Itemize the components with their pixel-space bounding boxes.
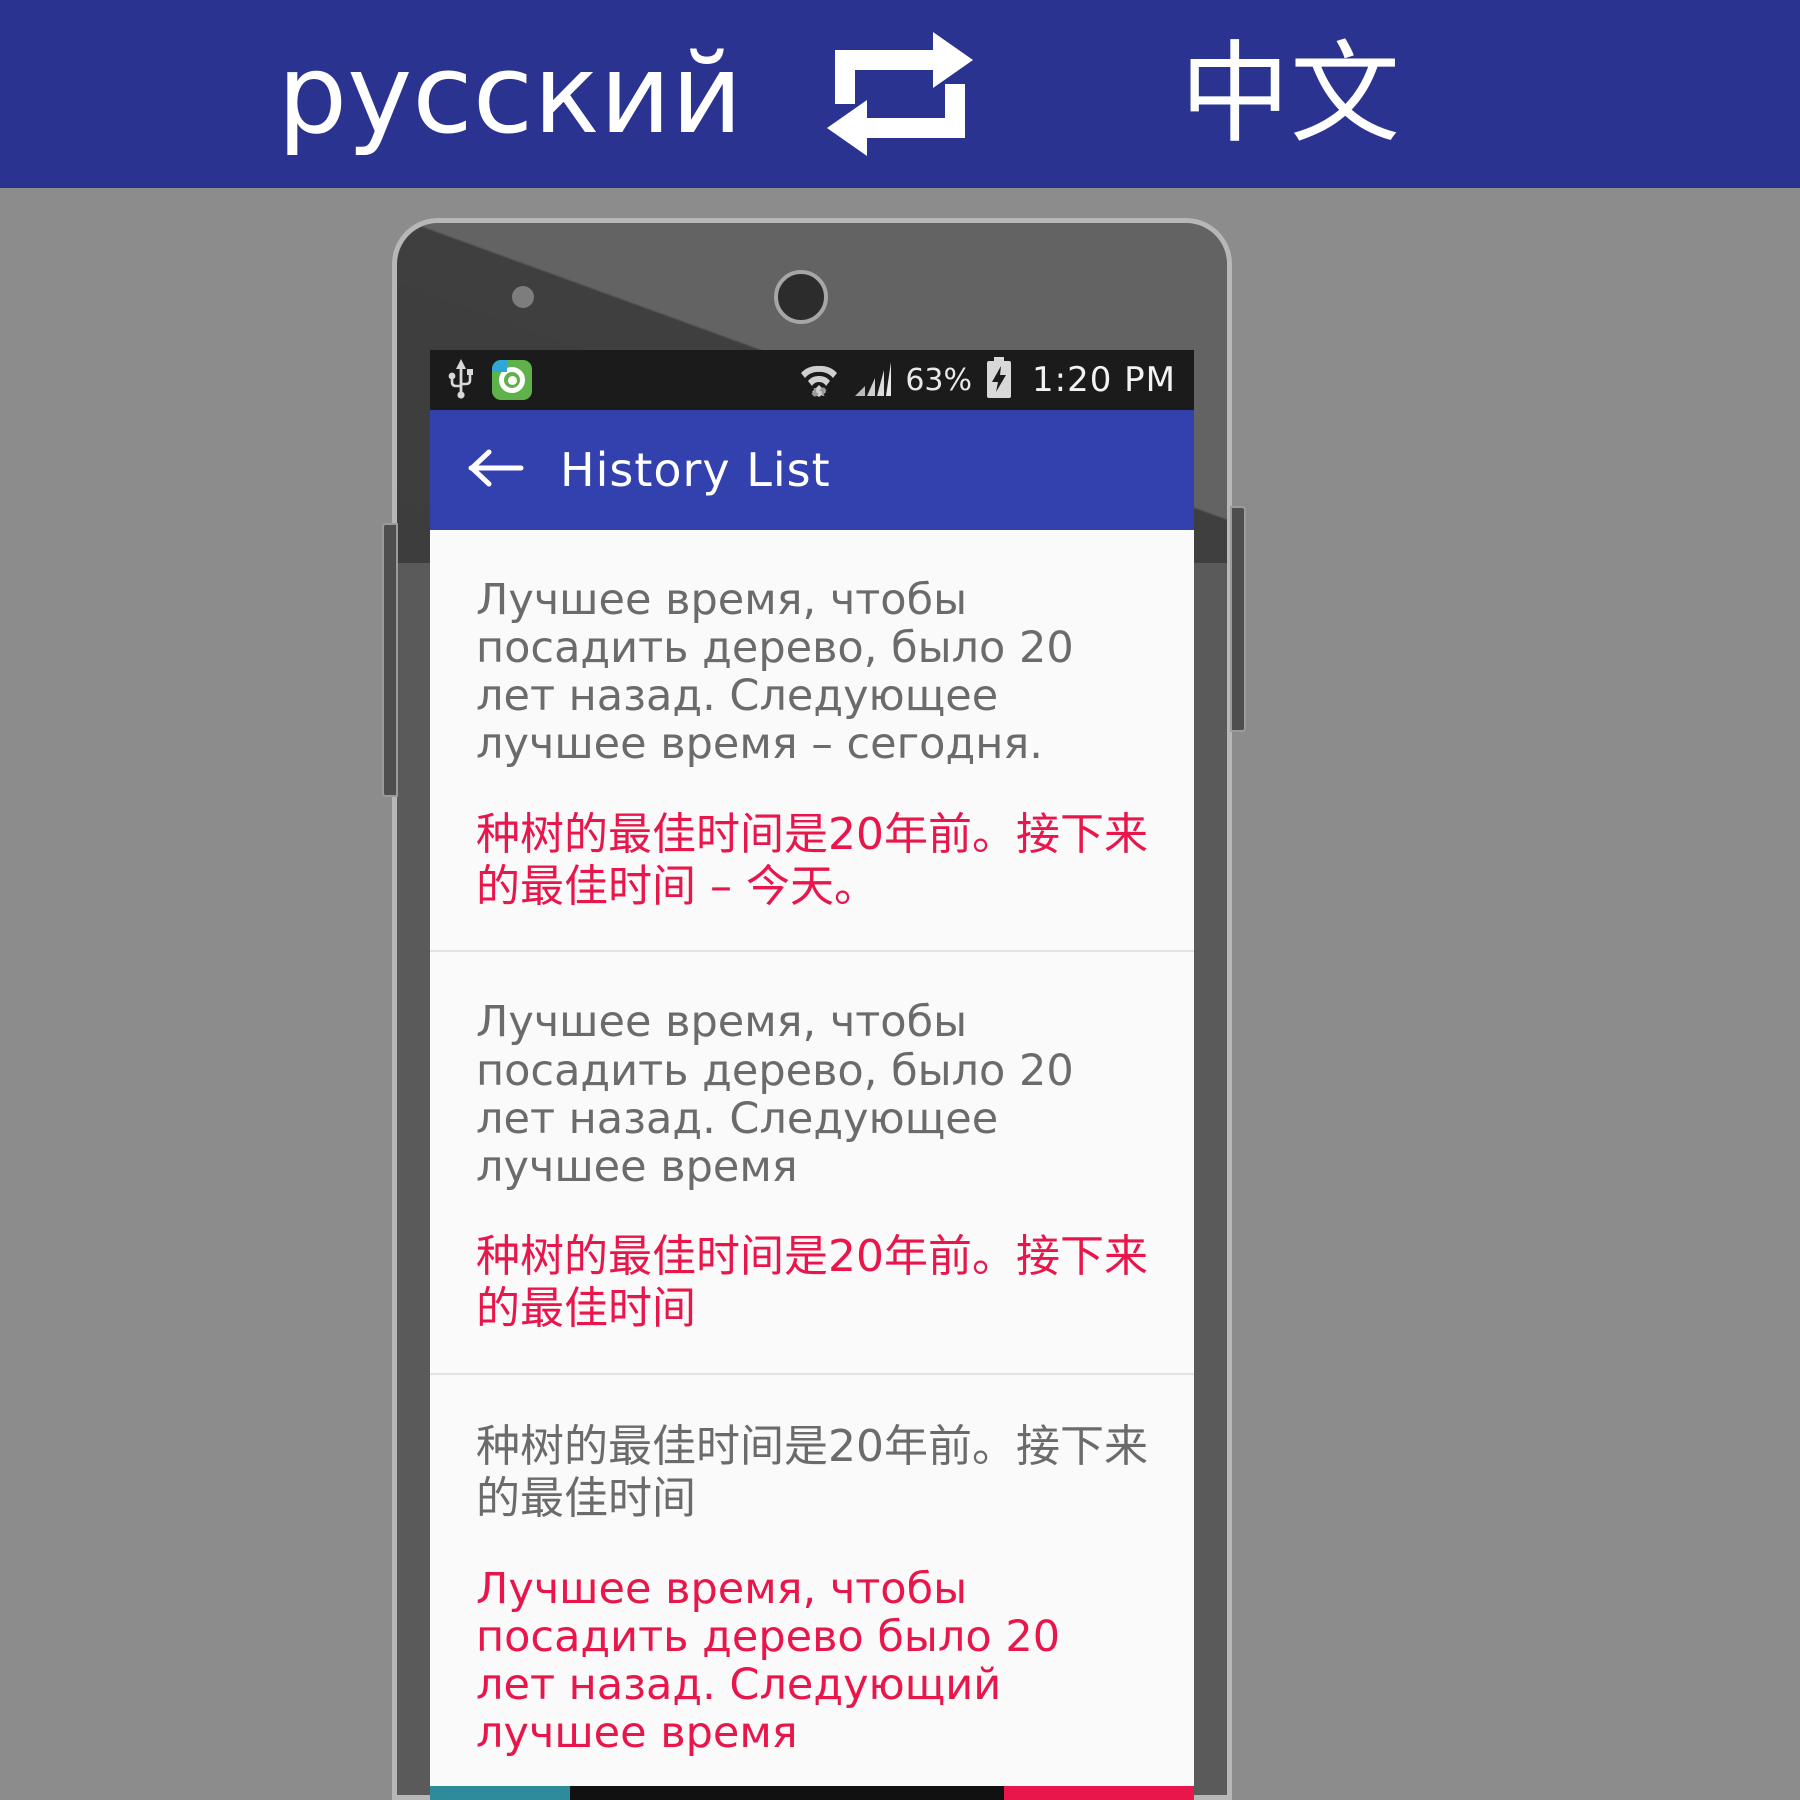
power-button[interactable] xyxy=(1230,506,1246,732)
history-source-text: Лучшее время, чтобы посадить дерево, был… xyxy=(476,575,1074,770)
list-item[interactable]: 种树的最佳时间是20年前。接下来的最佳时间 Лучшее время, чтоб… xyxy=(430,1375,1194,1798)
proximity-sensor-icon xyxy=(512,286,534,308)
history-target-text: 种树的最佳时间是20年前。接下来的最佳时间 – 今天。 xyxy=(476,808,1148,912)
target-language-label[interactable]: 中文 xyxy=(1050,39,1530,149)
history-source-text: 种树的最佳时间是20年前。接下来的最佳时间 xyxy=(476,1420,1148,1524)
swap-languages-button[interactable] xyxy=(750,30,1050,158)
wifi-icon xyxy=(797,358,841,402)
battery-charging-icon xyxy=(984,357,1014,403)
battery-percent-label: 63% xyxy=(905,362,972,398)
language-pair-row: русский 中文 xyxy=(270,30,1530,158)
source-language-label[interactable]: русский xyxy=(270,39,750,149)
language-pair-banner: русский 中文 xyxy=(0,0,1800,188)
status-bar-left xyxy=(448,357,532,403)
history-source-text: Лучшее время, чтобы посадить дерево, был… xyxy=(476,997,1074,1192)
status-bar-right: 63% 1:20 PM xyxy=(797,357,1176,403)
list-item[interactable]: Лучшее время, чтобы посадить дерево, был… xyxy=(430,952,1194,1375)
usb-icon xyxy=(448,357,474,403)
history-target-text: Лучшее время, чтобы посадить дерево было… xyxy=(476,1563,1061,1759)
list-item[interactable]: Лучшее время, чтобы посадить дерево, был… xyxy=(430,530,1194,953)
app-badge-icon xyxy=(492,360,532,400)
nav-accent-red xyxy=(1004,1786,1194,1800)
status-bar-clock: 1:20 PM xyxy=(1032,360,1176,400)
back-arrow-icon xyxy=(467,446,525,494)
phone-mockup: 63% 1:20 PM History List Лучшее время, ч… xyxy=(382,218,1246,1800)
history-list[interactable]: Лучшее время, чтобы посадить дерево, был… xyxy=(430,530,1194,1800)
swap-arrows-icon xyxy=(825,30,975,158)
back-button[interactable] xyxy=(466,440,526,500)
front-camera-icon xyxy=(774,270,828,324)
history-target-text: 种树的最佳时间是20年前。接下来的最佳时间 xyxy=(476,1231,1148,1334)
navigation-bar-sliver xyxy=(430,1786,1194,1800)
app-bar: History List xyxy=(430,410,1194,530)
phone-screen: 63% 1:20 PM History List Лучшее время, ч… xyxy=(430,350,1194,1800)
signal-bars-icon xyxy=(853,358,893,402)
nav-accent-teal xyxy=(430,1786,570,1800)
status-bar: 63% 1:20 PM xyxy=(430,350,1194,410)
volume-button[interactable] xyxy=(382,523,398,797)
page-title: History List xyxy=(560,443,831,497)
